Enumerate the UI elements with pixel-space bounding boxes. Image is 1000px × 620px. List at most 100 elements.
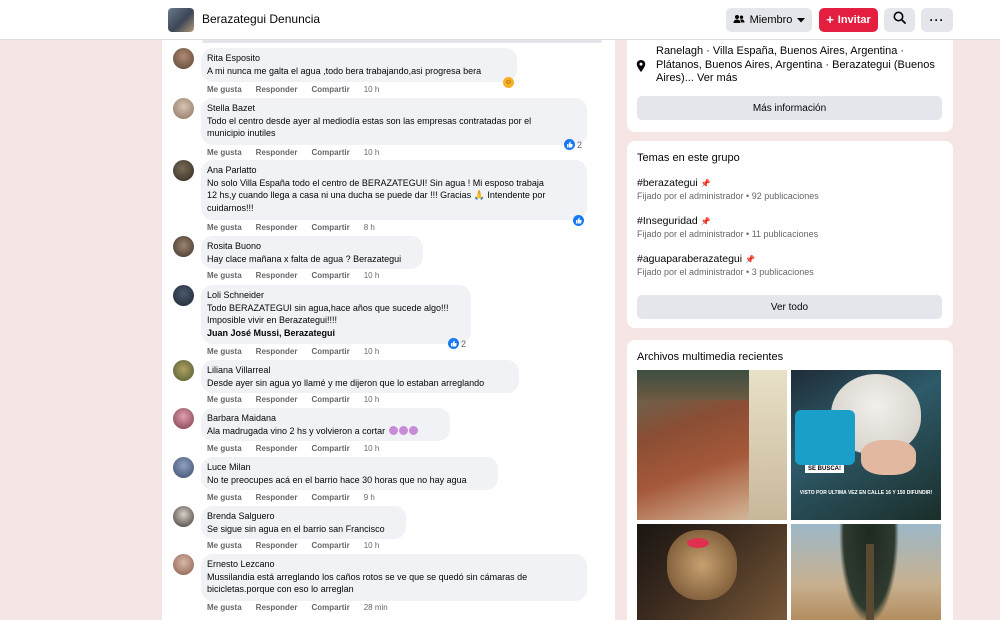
reply-action[interactable]: Responder [256, 444, 298, 453]
reply-action[interactable]: Responder [256, 223, 298, 232]
share-action[interactable]: Compartir [311, 444, 349, 453]
avatar[interactable] [173, 360, 194, 381]
topic-item[interactable]: #aguaparaberazategui 📌 [637, 253, 755, 265]
group-header-bar: Berazategui Denuncia Miembro + Invitar ·… [0, 0, 1000, 40]
like-action[interactable]: Me gusta [207, 223, 242, 232]
reaction-summary[interactable]: 2 [564, 139, 582, 150]
comment-bubble: Ana Parlatto No solo Villa España todo e… [201, 160, 587, 220]
group-cover-thumbnail[interactable] [168, 8, 194, 32]
comment-time[interactable]: 10 h [364, 347, 380, 356]
more-info-button[interactable]: Más información [637, 96, 942, 120]
topic-name[interactable]: #berazategui [637, 177, 698, 189]
reaction-summary[interactable] [573, 215, 584, 226]
comment-author[interactable]: Rita Esposito [207, 52, 508, 65]
avatar[interactable] [173, 285, 194, 306]
avatar[interactable] [173, 236, 194, 257]
comment-time[interactable]: 10 h [364, 541, 380, 550]
comment-bubble: Rita Esposito A mi nunca me galta el agu… [201, 48, 517, 82]
share-action[interactable]: Compartir [311, 271, 349, 280]
comment-bubble: Ernesto Lezcano Mussilandia está arregla… [201, 554, 587, 601]
share-action[interactable]: Compartir [311, 148, 349, 157]
media-thumbnail-palm-tree[interactable] [791, 524, 941, 620]
reply-action[interactable]: Responder [256, 603, 298, 612]
like-action[interactable]: Me gusta [207, 347, 242, 356]
avatar[interactable] [173, 48, 194, 69]
comment-author[interactable]: Luce Milan [207, 461, 489, 474]
avatar[interactable] [173, 457, 194, 478]
comment-time[interactable]: 10 h [364, 148, 380, 157]
like-action[interactable]: Me gusta [207, 148, 242, 157]
comment-author[interactable]: Stella Bazet [207, 102, 578, 115]
see-more-link[interactable]: Ver más [697, 72, 737, 84]
share-action[interactable]: Compartir [311, 85, 349, 94]
topic-name[interactable]: #aguaparaberazategui [637, 253, 742, 265]
reaction-summary[interactable]: 2 [448, 338, 466, 349]
comment-author[interactable]: Ernesto Lezcano [207, 558, 578, 571]
comment-author[interactable]: Liliana Villarreal [207, 364, 510, 377]
reaction-summary[interactable]: ☺ [503, 77, 514, 88]
reply-action[interactable]: Responder [256, 85, 298, 94]
comment-bubble: Luce Milan No te preocupes acá en el bar… [201, 457, 498, 490]
like-action[interactable]: Me gusta [207, 85, 242, 94]
comment-time[interactable]: 10 h [364, 444, 380, 453]
reply-action[interactable]: Responder [256, 395, 298, 404]
comment-bubble: Stella Bazet Todo el centro desde ayer a… [201, 98, 587, 145]
share-action[interactable]: Compartir [311, 541, 349, 550]
reply-action[interactable]: Responder [256, 347, 298, 356]
topic-item[interactable]: #Inseguridad 📌 [637, 215, 711, 227]
share-action[interactable]: Compartir [311, 395, 349, 404]
member-label: Miembro [749, 14, 793, 26]
avatar[interactable] [173, 506, 194, 527]
comment-actions: Me gusta Responder Compartir 10 h [207, 347, 379, 356]
pushpin-icon: 📌 [745, 255, 755, 264]
comment-time[interactable]: 10 h [364, 395, 380, 404]
emoji-icon [388, 425, 398, 435]
comment-author[interactable]: Barbara Maidana [207, 412, 441, 425]
more-button[interactable]: ··· [921, 8, 953, 32]
comment-author[interactable]: Rosita Buono [207, 240, 414, 253]
invite-button[interactable]: + Invitar [819, 8, 878, 32]
reply-action[interactable]: Responder [256, 493, 298, 502]
tagged-page[interactable]: Juan José Mussi, Berazategui [207, 327, 462, 340]
avatar[interactable] [173, 408, 194, 429]
topic-name[interactable]: #Inseguridad [637, 215, 698, 227]
group-title[interactable]: Berazategui Denuncia [202, 12, 320, 26]
share-action[interactable]: Compartir [311, 603, 349, 612]
like-action[interactable]: Me gusta [207, 271, 242, 280]
reply-action[interactable]: Responder [256, 148, 298, 157]
comments-panel[interactable]: Rita Esposito A mi nunca me galta el agu… [162, 40, 615, 620]
like-action[interactable]: Me gusta [207, 395, 242, 404]
comment-author[interactable]: Ana Parlatto [207, 164, 578, 177]
comment-time[interactable]: 9 h [364, 493, 375, 502]
member-button[interactable]: Miembro [726, 8, 812, 32]
comment-time[interactable]: 28 min [364, 603, 388, 612]
reply-action[interactable]: Responder [256, 271, 298, 280]
media-thumbnail-flooded-floor[interactable] [637, 370, 787, 520]
avatar[interactable] [173, 160, 194, 181]
topic-item[interactable]: #berazategui 📌 [637, 177, 711, 189]
comment-author[interactable]: Brenda Salguero [207, 510, 397, 523]
share-action[interactable]: Compartir [311, 347, 349, 356]
like-action[interactable]: Me gusta [207, 493, 242, 502]
like-action[interactable]: Me gusta [207, 444, 242, 453]
share-action[interactable]: Compartir [311, 223, 349, 232]
media-thumbnail-small-dog[interactable] [637, 524, 787, 620]
reply-action[interactable]: Responder [256, 541, 298, 550]
comment-time[interactable]: 10 h [364, 85, 380, 94]
avatar[interactable] [173, 554, 194, 575]
plus-icon: + [826, 12, 834, 27]
search-button[interactable] [884, 8, 915, 32]
comment-actions: Me gusta Responder Compartir 10 h [207, 395, 379, 404]
see-all-topics-button[interactable]: Ver todo [637, 295, 942, 319]
comment-text: Ala madrugada vino 2 hs y volvieron a co… [207, 425, 441, 438]
media-thumbnail-lost-dog[interactable]: SE BUSCA! VISTO POR ULTIMA VEZ EN CALLE … [791, 370, 941, 520]
share-action[interactable]: Compartir [311, 493, 349, 502]
comment-time[interactable]: 8 h [364, 223, 375, 232]
comment-text-line: Imposible vivir en Berazategui!!!! [207, 315, 338, 325]
comment-time[interactable]: 10 h [364, 271, 380, 280]
avatar[interactable] [173, 98, 194, 119]
location-pin-icon [636, 59, 646, 72]
comment-author[interactable]: Loli Schneider [207, 289, 462, 302]
like-action[interactable]: Me gusta [207, 541, 242, 550]
like-action[interactable]: Me gusta [207, 603, 242, 612]
